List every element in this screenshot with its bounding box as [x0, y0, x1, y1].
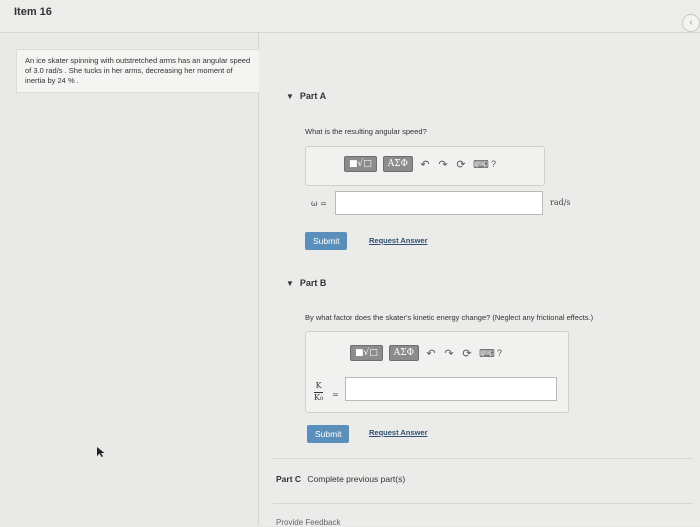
reset-icon[interactable]: ⟳ — [461, 347, 473, 360]
fraction-denominator: K₀ — [314, 392, 324, 402]
part-b-fraction-label: K K₀ — [314, 381, 324, 403]
collapse-triangle-icon[interactable]: ▼ — [286, 279, 294, 288]
part-b-answer-input[interactable] — [345, 377, 557, 401]
part-a-question: What is the resulting angular speed? — [305, 127, 427, 136]
part-a-request-answer-link[interactable]: Request Answer — [369, 236, 428, 245]
greek-symbols-button[interactable]: ΑΣΦ — [382, 156, 413, 172]
part-b-question: By what factor does the skater's kinetic… — [305, 313, 594, 322]
greek-symbols-button[interactable]: ΑΣΦ — [388, 345, 419, 361]
templates-button[interactable]: ■√□ — [350, 345, 383, 361]
part-a-toolbar-panel: ■√□ ΑΣΦ ↶ ↷ ⟳ ⌨ ? — [305, 146, 545, 186]
part-b-header[interactable]: ▼ Part B — [286, 278, 326, 288]
mouse-cursor-icon — [97, 447, 105, 457]
part-b-toolbar: ■√□ ΑΣΦ ↶ ↷ ⟳ ⌨ ? — [350, 345, 502, 361]
top-bar: Item 16 ‹ — [0, 0, 700, 33]
undo-icon[interactable]: ↶ — [425, 347, 437, 360]
left-panel: An ice skater spinning with outstretched… — [0, 33, 264, 526]
redo-icon[interactable]: ↷ — [437, 158, 449, 171]
part-c-label: Part C — [276, 474, 302, 484]
part-c-row: Part C Complete previous part(s) — [276, 474, 405, 484]
undo-icon[interactable]: ↶ — [419, 158, 431, 171]
part-b-submit-button[interactable]: Submit — [307, 425, 350, 443]
divider — [273, 458, 693, 459]
part-a-toolbar: ■√□ ΑΣΦ ↶ ↷ ⟳ ⌨ ? — [344, 156, 496, 172]
right-panel: ▼ Part A What is the resulting angular s… — [259, 33, 700, 527]
fraction-numerator: K — [315, 381, 322, 390]
part-a-unit: rad/s — [550, 198, 571, 207]
item-title: Item 16 — [14, 6, 52, 18]
help-icon[interactable]: ? — [491, 159, 496, 169]
part-b-label: Part B — [299, 278, 327, 288]
part-a-header[interactable]: ▼ Part A — [286, 91, 326, 101]
previous-item-icon[interactable]: ‹ — [682, 14, 700, 32]
part-b-equals: = — [332, 390, 339, 399]
collapse-triangle-icon[interactable]: ▼ — [286, 92, 294, 101]
help-icon[interactable]: ? — [497, 348, 502, 358]
keyboard-icon[interactable]: ⌨ — [479, 347, 495, 360]
redo-icon[interactable]: ↷ — [443, 347, 455, 360]
part-b-request-answer-link[interactable]: Request Answer — [369, 428, 428, 437]
templates-button[interactable]: ■√□ — [344, 156, 377, 172]
part-a-variable: ω = — [311, 199, 327, 208]
keyboard-icon[interactable]: ⌨ — [473, 158, 489, 171]
reset-icon[interactable]: ⟳ — [455, 158, 467, 171]
problem-statement: An ice skater spinning with outstretched… — [16, 49, 264, 94]
part-a-answer-input[interactable] — [335, 191, 543, 215]
part-a-submit-button[interactable]: Submit — [305, 232, 348, 250]
part-a-label: Part A — [299, 91, 327, 101]
part-c-text: Complete previous part(s) — [307, 474, 406, 484]
divider — [273, 503, 693, 504]
